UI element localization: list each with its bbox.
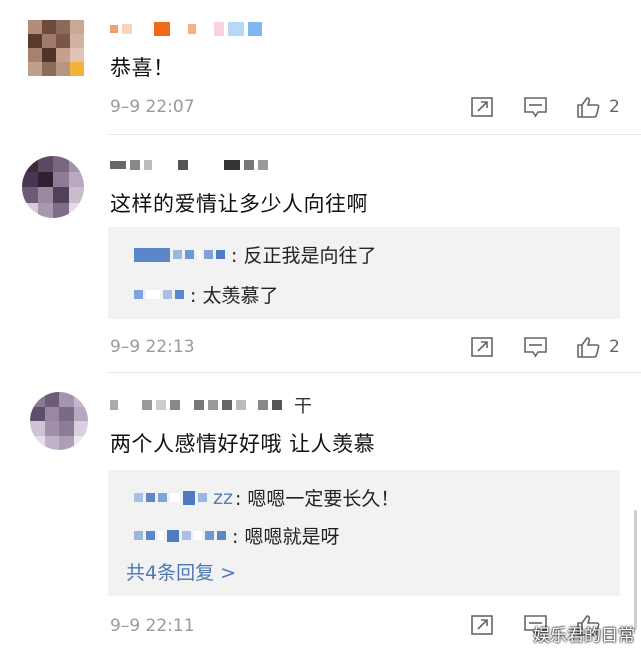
avatar-pixel	[68, 171, 84, 187]
avatar-pixel	[28, 48, 42, 62]
comment-item: 这样的爱情让多少人向往啊 : 反正我是向往了 : 太羡慕了 9–9 22:13 …	[0, 140, 641, 375]
reply-box: zz : 嗯嗯一定要长久！ : 嗯嗯就是呀 共4条回复 >	[108, 470, 620, 596]
avatar-pixel	[56, 34, 70, 48]
username-pixelated[interactable]	[110, 154, 268, 176]
avatar-pixel	[70, 48, 84, 62]
like-icon	[577, 97, 600, 118]
username-pixelated[interactable]	[110, 18, 262, 40]
avatar[interactable]	[22, 156, 84, 218]
avatar-pixel	[59, 421, 74, 436]
avatar-pixel	[30, 406, 45, 421]
comment-time: 9–9 22:13	[110, 337, 195, 357]
comment-text: 两个人感情好好哦 让人羡慕	[110, 432, 376, 456]
forward-icon[interactable]	[470, 336, 495, 358]
comment-actions: 2	[470, 96, 620, 118]
avatar-pixel	[22, 171, 38, 187]
avatar-pixel	[73, 406, 88, 421]
comment-time: 9–9 22:07	[110, 97, 195, 117]
scrollbar[interactable]	[634, 510, 637, 630]
divider	[108, 134, 641, 135]
reply-text: : 嗯嗯一定要长久！	[234, 488, 400, 510]
reply-text: : 太羡慕了	[190, 285, 279, 307]
avatar-pixel	[53, 171, 69, 187]
avatar-pixel	[42, 34, 56, 48]
reply-item[interactable]: : 反正我是向往了	[134, 241, 376, 268]
avatar-pixel	[37, 187, 53, 203]
avatar-pixel	[28, 20, 42, 34]
comment-icon[interactable]	[523, 336, 548, 358]
avatar-pixel	[59, 392, 74, 407]
reply-username-pixelated	[134, 247, 225, 262]
comment-item: 恭喜！ 9–9 22:07 2	[0, 0, 641, 140]
avatar-pixel	[22, 202, 38, 218]
avatar-pixel	[37, 171, 53, 187]
comment-time: 9–9 22:11	[110, 616, 195, 636]
avatar-pixel	[56, 48, 70, 62]
username-visible-part: 干	[294, 396, 312, 417]
avatar-pixel	[44, 435, 59, 450]
avatar-pixel	[59, 435, 74, 450]
avatar-pixel	[56, 20, 70, 34]
avatar-pixel	[56, 62, 70, 76]
reply-text: : 嗯嗯就是呀	[232, 526, 340, 548]
avatar-pixel	[42, 20, 56, 34]
avatar[interactable]	[28, 20, 84, 76]
reply-username-pixelated	[134, 290, 184, 299]
avatar-pixel	[42, 48, 56, 62]
more-replies-link[interactable]: 共4条回复 >	[126, 558, 236, 585]
avatar-pixel	[44, 406, 59, 421]
avatar-pixel	[73, 392, 88, 407]
avatar-pixel	[70, 20, 84, 34]
comment-text: 恭喜！	[110, 56, 175, 80]
forward-icon[interactable]	[470, 614, 495, 636]
avatar-pixel	[28, 34, 42, 48]
avatar-pixel	[28, 62, 42, 76]
reply-username-pixelated	[134, 529, 226, 542]
avatar-pixel	[68, 187, 84, 203]
reply-item[interactable]: : 嗯嗯就是呀	[134, 522, 339, 549]
reply-username[interactable]: zz	[213, 487, 233, 509]
reply-item[interactable]: : 太羡慕了	[134, 281, 278, 308]
watermark: 娱乐君的日常	[533, 626, 635, 646]
reply-item[interactable]: zz : 嗯嗯一定要长久！	[134, 484, 399, 511]
comment-item: 干 两个人感情好好哦 让人羡慕 zz : 嗯嗯一定要长久！ : 嗯嗯就是呀 共4…	[0, 378, 641, 652]
avatar-pixel	[70, 34, 84, 48]
avatar-pixel	[30, 435, 45, 450]
avatar-pixel	[68, 156, 84, 172]
avatar-pixel	[44, 392, 59, 407]
avatar-pixel	[42, 62, 56, 76]
avatar-pixel	[59, 406, 74, 421]
avatar-pixel	[53, 187, 69, 203]
avatar-pixel	[73, 435, 88, 450]
avatar-pixel	[44, 421, 59, 436]
avatar[interactable]	[30, 392, 88, 450]
like-button[interactable]: 2	[576, 96, 620, 118]
comment-icon[interactable]	[523, 96, 548, 118]
avatar-pixel	[37, 202, 53, 218]
like-button[interactable]: 2	[576, 336, 620, 358]
divider	[108, 372, 641, 373]
like-count: 2	[609, 97, 620, 117]
avatar-pixel	[73, 421, 88, 436]
like-icon	[577, 337, 600, 358]
forward-icon[interactable]	[470, 96, 495, 118]
avatar-pixel	[37, 156, 53, 172]
reply-box: : 反正我是向往了 : 太羡慕了	[108, 227, 620, 319]
reply-username-pixelated	[134, 490, 207, 505]
comment-actions: 2	[470, 336, 620, 358]
avatar-pixel	[30, 421, 45, 436]
like-count: 2	[609, 337, 620, 357]
username-pixelated[interactable]: 干	[110, 394, 312, 417]
avatar-pixel	[70, 62, 84, 76]
avatar-pixel	[53, 202, 69, 218]
avatar-pixel	[30, 392, 45, 407]
avatar-pixel	[68, 202, 84, 218]
avatar-pixel	[53, 156, 69, 172]
avatar-pixel	[22, 187, 38, 203]
avatar-pixel	[22, 156, 38, 172]
comment-text: 这样的爱情让多少人向往啊	[110, 192, 368, 216]
reply-text: : 反正我是向往了	[231, 245, 377, 267]
